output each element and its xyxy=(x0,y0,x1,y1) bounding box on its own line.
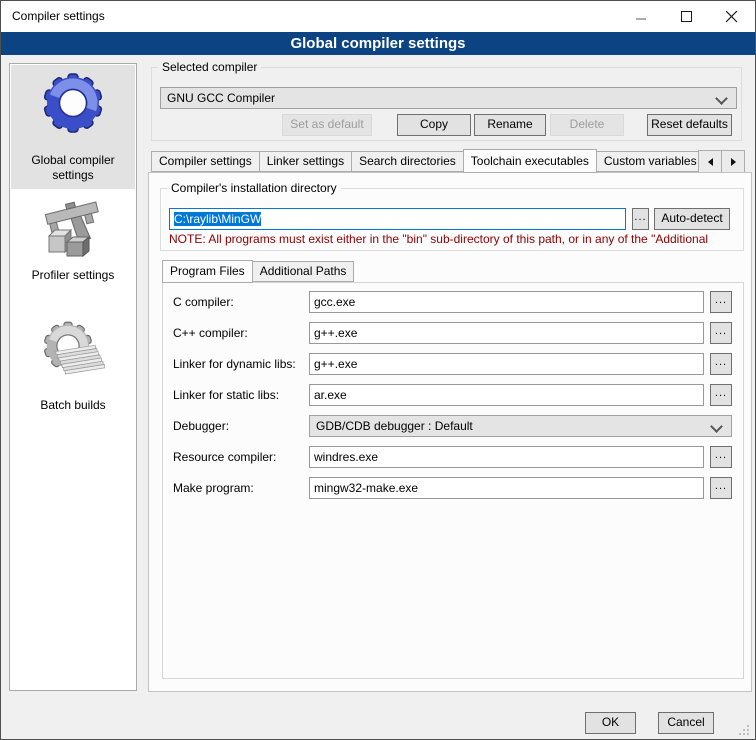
scroll-right-icon xyxy=(731,158,736,166)
compiler-select[interactable]: GNU GCC Compiler xyxy=(160,87,737,109)
minimize-button[interactable] xyxy=(619,1,664,32)
install-dir-browse-button[interactable]: ... xyxy=(632,208,649,230)
cpp-compiler-label: C++ compiler: xyxy=(173,322,248,344)
caliper-icon xyxy=(41,198,105,262)
dynamic-linker-label: Linker for dynamic libs: xyxy=(173,353,296,375)
chevron-down-icon xyxy=(710,420,723,433)
close-icon xyxy=(726,11,738,23)
auto-detect-button[interactable]: Auto-detect xyxy=(654,208,730,230)
toolchain-executables-panel: Compiler's installation directory C:\ray… xyxy=(148,172,752,692)
install-dir-legend: Compiler's installation directory xyxy=(167,181,341,196)
window-title: Compiler settings xyxy=(12,1,105,32)
debugger-label: Debugger: xyxy=(173,415,229,437)
resize-grip[interactable] xyxy=(737,723,750,736)
sidebar-item-label: Global compiler settings xyxy=(11,153,135,183)
compiler-tabs: Compiler settings Linker settings Search… xyxy=(151,149,698,173)
cpp-compiler-input[interactable]: g++.exe xyxy=(309,322,704,344)
program-files-tabs: Program Files Additional Paths xyxy=(162,260,462,283)
gear-stack-icon xyxy=(41,320,105,384)
resource-compiler-label: Resource compiler: xyxy=(173,446,276,468)
maximize-button[interactable] xyxy=(664,1,709,32)
c-compiler-label: C compiler: xyxy=(173,291,234,313)
reset-defaults-button[interactable]: Reset defaults xyxy=(647,114,732,136)
tab-linker-settings[interactable]: Linker settings xyxy=(259,151,352,172)
scroll-left-icon xyxy=(708,158,713,166)
tab-custom-variables[interactable]: Custom variables xyxy=(596,151,698,172)
chevron-down-icon xyxy=(715,92,728,105)
dialog-heading: Global compiler settings xyxy=(1,32,755,55)
static-linker-input[interactable]: ar.exe xyxy=(309,384,704,406)
install-dir-note: NOTE: All programs must exist either in … xyxy=(169,232,743,247)
sidebar-item-profiler-settings[interactable]: Profiler settings xyxy=(11,194,135,304)
sidebar-item-label: Batch builds xyxy=(11,398,135,413)
cancel-button[interactable]: Cancel xyxy=(658,712,714,734)
make-program-input[interactable]: mingw32-make.exe xyxy=(309,477,704,499)
compiler-select-value: GNU GCC Compiler xyxy=(167,91,275,105)
maximize-icon xyxy=(681,11,692,22)
tab-scroll-right-button[interactable] xyxy=(721,150,745,173)
selected-compiler-legend: Selected compiler xyxy=(158,60,261,75)
set-as-default-button[interactable]: Set as default xyxy=(282,114,372,136)
dynamic-linker-input[interactable]: g++.exe xyxy=(309,353,704,375)
title-bar[interactable]: Compiler settings xyxy=(1,1,755,32)
debugger-select[interactable]: GDB/CDB debugger : Default xyxy=(309,415,732,437)
settings-category-list: Global compiler settings xyxy=(9,63,137,691)
static-linker-label: Linker for static libs: xyxy=(173,384,279,406)
copy-button[interactable]: Copy xyxy=(397,114,471,136)
cpp-compiler-browse-button[interactable]: ... xyxy=(710,322,732,344)
tab-scroll-left-button[interactable] xyxy=(698,150,722,173)
resource-compiler-browse-button[interactable]: ... xyxy=(710,446,732,468)
make-program-label: Make program: xyxy=(173,477,254,499)
install-dir-selected-text: C:\raylib\MinGW xyxy=(174,212,261,226)
delete-button[interactable]: Delete xyxy=(550,114,624,136)
rename-button[interactable]: Rename xyxy=(474,114,546,136)
tab-additional-paths[interactable]: Additional Paths xyxy=(252,261,355,282)
debugger-select-value: GDB/CDB debugger : Default xyxy=(316,419,473,433)
static-linker-browse-button[interactable]: ... xyxy=(710,384,732,406)
install-dir-group: Compiler's installation directory C:\ray… xyxy=(160,188,744,251)
selected-compiler-group: Selected compiler GNU GCC Compiler Set a… xyxy=(151,67,742,141)
program-files-panel: C compiler: gcc.exe ... C++ compiler: g+… xyxy=(162,282,744,679)
minimize-icon xyxy=(636,11,647,22)
compiler-settings-dialog: Compiler settings Global compiler settin… xyxy=(0,0,756,740)
resource-compiler-input[interactable]: windres.exe xyxy=(309,446,704,468)
blue-gear-icon xyxy=(41,72,105,136)
tab-toolchain-executables[interactable]: Toolchain executables xyxy=(463,149,597,173)
sidebar-item-label: Profiler settings xyxy=(11,268,135,283)
install-dir-input[interactable]: C:\raylib\MinGW xyxy=(169,208,626,230)
close-button[interactable] xyxy=(709,1,754,32)
sidebar-item-global-compiler-settings[interactable]: Global compiler settings xyxy=(11,65,135,189)
make-program-browse-button[interactable]: ... xyxy=(710,477,732,499)
tab-program-files[interactable]: Program Files xyxy=(162,260,253,283)
c-compiler-browse-button[interactable]: ... xyxy=(710,291,732,313)
sidebar-item-batch-builds[interactable]: Batch builds xyxy=(11,318,135,422)
ok-button[interactable]: OK xyxy=(585,712,636,734)
tab-search-directories[interactable]: Search directories xyxy=(351,151,464,172)
dynamic-linker-browse-button[interactable]: ... xyxy=(710,353,732,375)
tab-compiler-settings[interactable]: Compiler settings xyxy=(151,151,260,172)
c-compiler-input[interactable]: gcc.exe xyxy=(309,291,704,313)
